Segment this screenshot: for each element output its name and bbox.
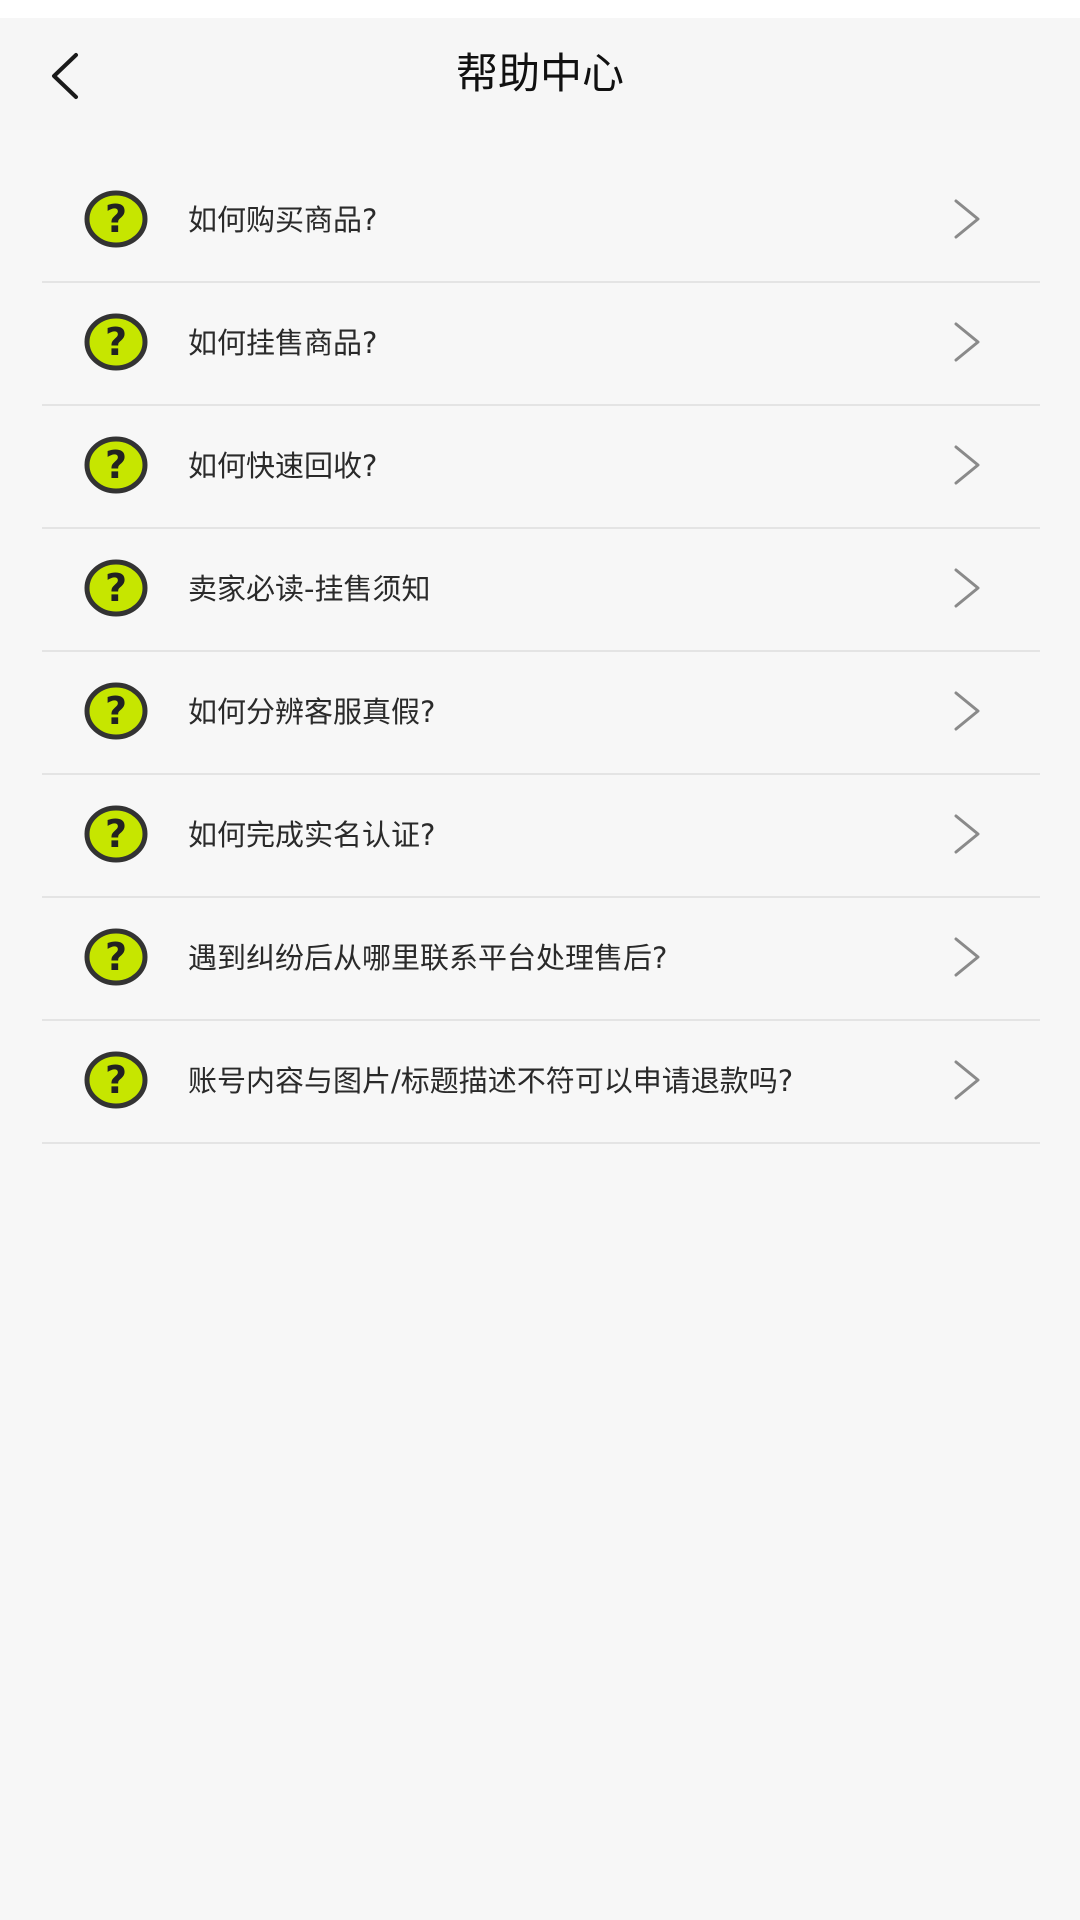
chevron-right-icon [954,814,980,854]
help-item-label: 如何完成实名认证? [188,818,436,852]
help-item-label: 账号内容与图片/标题描述不符可以申请退款吗? [188,1064,794,1098]
back-button[interactable] [36,48,92,104]
question-mark-icon: ? [84,805,148,863]
help-item-sell[interactable]: ? 如何挂售商品? [42,283,1040,406]
help-item-verify-service[interactable]: ? 如何分辨客服真假? [42,652,1040,775]
help-item-label: 如何分辨客服真假? [188,695,436,729]
status-bar [0,0,1080,18]
help-item-label: 如何快速回收? [188,449,378,483]
question-mark-icon: ? [84,559,148,617]
question-mark-icon: ? [84,313,148,371]
help-list: ? 如何购买商品? ? 如何挂售商品? ? 如何快速回收? ? 卖家必读-挂售须… [42,160,1040,1144]
help-item-recycle[interactable]: ? 如何快速回收? [42,406,1040,529]
help-item-label: 如何购买商品? [188,203,378,237]
chevron-right-icon [954,1060,980,1100]
question-mark-icon: ? [84,928,148,986]
help-item-label: 如何挂售商品? [188,326,378,360]
chevron-right-icon [954,937,980,977]
help-item-real-name[interactable]: ? 如何完成实名认证? [42,775,1040,898]
svg-text:?: ? [105,320,127,364]
svg-text:?: ? [105,197,127,241]
chevron-right-icon [954,445,980,485]
question-mark-icon: ? [84,1051,148,1109]
page-title: 帮助中心 [455,49,624,98]
help-item-seller-notice[interactable]: ? 卖家必读-挂售须知 [42,529,1040,652]
svg-text:?: ? [105,1058,127,1102]
header: 帮助中心 [0,18,1080,130]
chevron-right-icon [954,199,980,239]
chevron-right-icon [954,691,980,731]
help-item-buy[interactable]: ? 如何购买商品? [42,160,1040,283]
help-item-refund[interactable]: ? 账号内容与图片/标题描述不符可以申请退款吗? [42,1021,1040,1144]
chevron-right-icon [954,568,980,608]
chevron-left-icon [52,53,78,99]
chevron-right-icon [954,322,980,362]
help-item-label: 卖家必读-挂售须知 [188,572,431,606]
help-item-label: 遇到纠纷后从哪里联系平台处理售后? [188,941,668,975]
svg-text:?: ? [105,812,127,856]
question-mark-icon: ? [84,682,148,740]
svg-text:?: ? [105,566,127,610]
question-mark-icon: ? [84,190,148,248]
svg-text:?: ? [105,935,127,979]
svg-text:?: ? [105,443,127,487]
help-item-dispute[interactable]: ? 遇到纠纷后从哪里联系平台处理售后? [42,898,1040,1021]
question-mark-icon: ? [84,436,148,494]
svg-text:?: ? [105,689,127,733]
